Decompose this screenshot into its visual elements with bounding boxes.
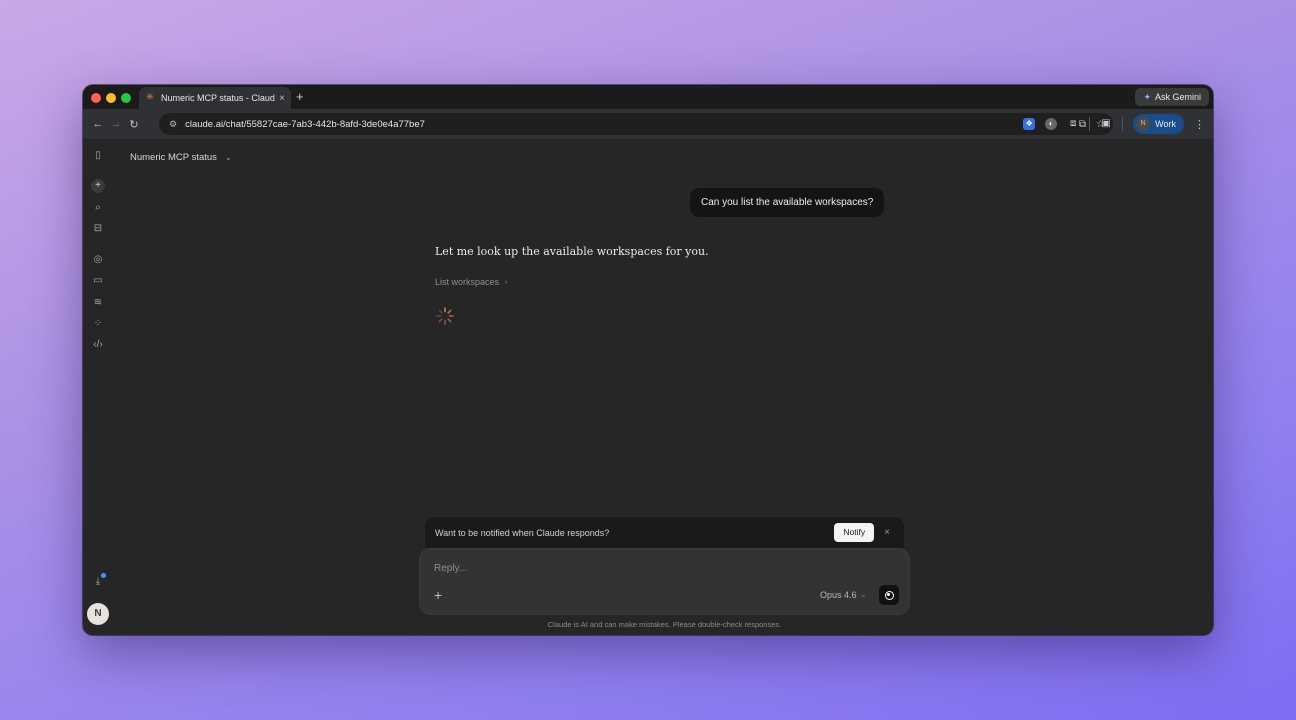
claude-favicon-icon: ✳	[145, 92, 155, 103]
user-message-text: Can you list the available workspaces?	[701, 197, 874, 208]
gemini-spark-icon: ✦	[1143, 91, 1151, 102]
user-message-bubble: Can you list the available workspaces?	[690, 188, 885, 217]
add-attachment-icon[interactable]: +	[434, 587, 442, 603]
stop-response-button[interactable]	[879, 585, 899, 605]
ask-gemini-button[interactable]: ✦ Ask Gemini	[1135, 88, 1209, 106]
back-arrow-icon[interactable]: ←	[89, 118, 107, 130]
chevron-down-icon: ⌄	[224, 153, 232, 162]
code-icon[interactable]: ‹/›	[91, 338, 105, 352]
reply-composer[interactable]: Reply... + Opus 4.6 ⌄	[419, 548, 910, 615]
notify-banner: Want to be notified when Claude responds…	[425, 517, 904, 548]
projects-briefcase-icon[interactable]: ⊟	[91, 222, 105, 236]
forward-arrow-icon[interactable]: →	[107, 118, 125, 130]
apps-grid-icon[interactable]: ⁘	[91, 317, 105, 331]
url-text: claude.ai/chat/55827cae-7ab3-442b-8afd-3…	[185, 118, 425, 130]
extension-globe-icon[interactable]: ◐	[1045, 118, 1058, 130]
sidebar-toggle-icon[interactable]: ▯	[91, 149, 105, 163]
conversation-title: Numeric MCP status	[130, 152, 217, 163]
profile-avatar: N	[1136, 117, 1151, 131]
tab-claude-chat[interactable]: ✳ Numeric MCP status - Claude ×	[139, 87, 291, 109]
chats-icon[interactable]: ◎	[91, 253, 105, 267]
artifacts-icon[interactable]: ≋	[91, 296, 105, 310]
profile-label: Work	[1155, 119, 1176, 129]
browser-window: ✳ Numeric MCP status - Claude × + ✦ Ask …	[83, 85, 1213, 635]
chevron-down-icon: ⌄	[860, 592, 867, 599]
address-bar[interactable]: ⚙ claude.ai/chat/55827cae-7ab3-442b-8afd…	[159, 113, 1113, 135]
extensions-puzzle-icon[interactable]: ⧈	[1067, 118, 1079, 130]
browser-toolbar: ← → ↻ ⚙ claude.ai/chat/55827cae-7ab3-442…	[83, 109, 1213, 139]
notify-close-icon[interactable]: ×	[884, 527, 890, 538]
notification-dot	[101, 573, 106, 578]
side-panel-icon[interactable]: ▣	[1100, 118, 1112, 130]
conversation-title-button[interactable]: Numeric MCP status ⌄	[130, 152, 232, 163]
notify-text: Want to be notified when Claude responds…	[435, 527, 610, 538]
tab-title: Numeric MCP status - Claude	[161, 93, 276, 103]
search-icon[interactable]: ⌕	[91, 201, 105, 215]
tab-strip: ✳ Numeric MCP status - Claude × + ✦ Ask …	[83, 85, 1213, 109]
model-selector[interactable]: Opus 4.6 ⌄	[820, 590, 866, 600]
claude-app: ▯ + ⌕ ⊟ ◎ ▭ ≋ ⁘ ‹/› ⤓ N Numeric MCP stat…	[83, 139, 1213, 635]
sidebar: ▯ + ⌕ ⊟ ◎ ▭ ≋ ⁘ ‹/› ⤓ N	[83, 139, 113, 635]
disclaimer-text: Claude is AI and can make mistakes. Plea…	[547, 620, 782, 629]
notify-button[interactable]: Notify	[834, 523, 875, 542]
close-window-button[interactable]	[91, 93, 101, 103]
stop-icon	[884, 590, 894, 600]
tab-close-button[interactable]: ×	[279, 93, 285, 104]
toolbar-divider	[1122, 117, 1124, 131]
reload-icon[interactable]: ↻	[125, 118, 143, 131]
extension-blue-icon[interactable]: ❖	[1023, 118, 1036, 130]
new-chat-icon[interactable]: +	[91, 179, 105, 193]
assistant-message: Let me look up the available workspaces …	[435, 245, 709, 258]
new-tab-button[interactable]: +	[296, 89, 304, 105]
reply-input[interactable]: Reply...	[434, 563, 467, 574]
browser-menu-icon[interactable]: ⋮	[1194, 118, 1205, 131]
toolbar-divider	[1089, 117, 1091, 131]
tool-call-label: List workspaces	[435, 277, 500, 287]
chevron-right-icon: ›	[505, 278, 508, 286]
model-label: Opus 4.6	[820, 590, 857, 600]
tool-call-toggle[interactable]: List workspaces ›	[435, 277, 507, 287]
loading-spinner-icon	[436, 307, 454, 325]
zoom-window-button[interactable]	[121, 93, 131, 103]
profile-button[interactable]: N Work	[1133, 114, 1184, 134]
minimize-window-button[interactable]	[106, 93, 116, 103]
ask-gemini-label: Ask Gemini	[1154, 92, 1201, 102]
site-settings-icon[interactable]: ⚙	[169, 119, 177, 130]
folder-icon[interactable]: ▭	[91, 274, 105, 288]
